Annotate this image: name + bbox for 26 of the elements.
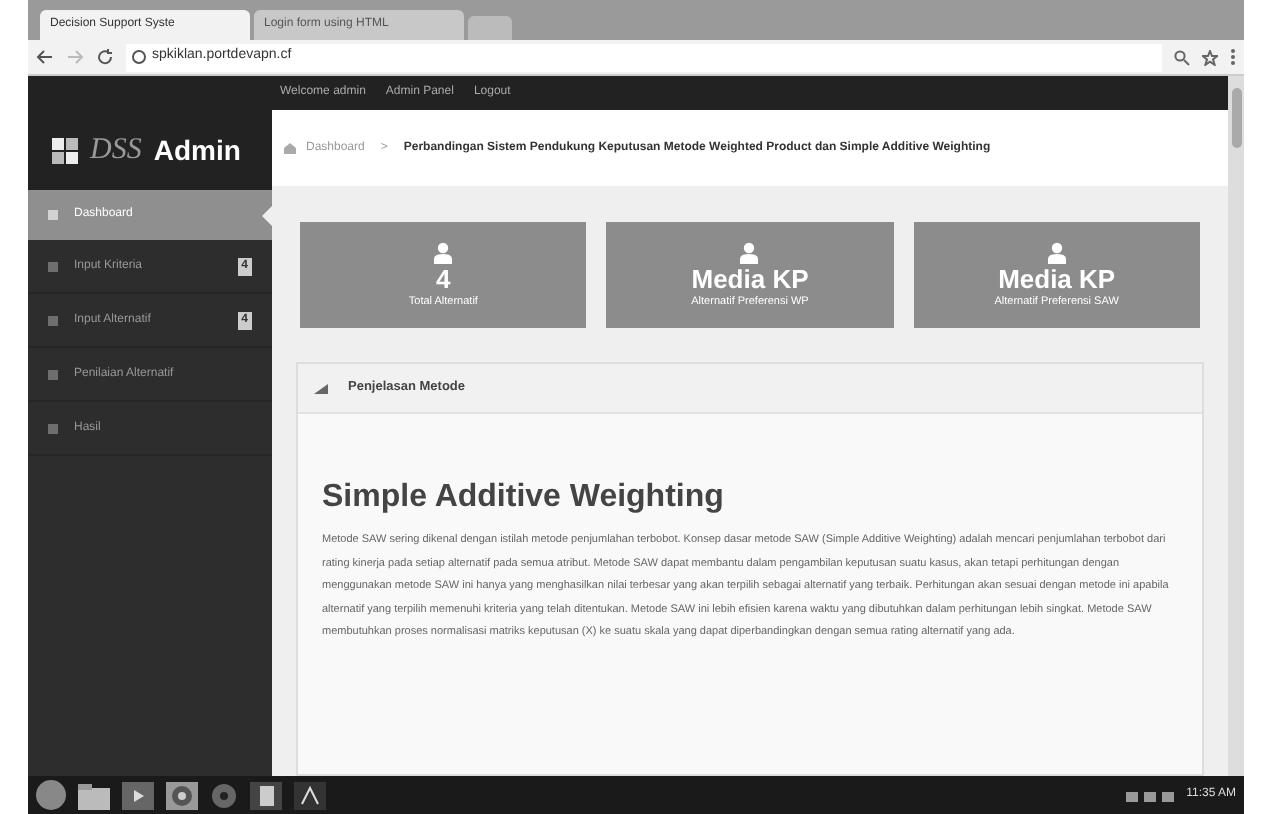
start-button[interactable]	[36, 780, 66, 810]
star-icon[interactable]	[1202, 49, 1218, 65]
brand-logo: DSS	[90, 131, 142, 170]
search-icon[interactable]	[1174, 49, 1190, 65]
play-icon[interactable]	[122, 781, 154, 809]
brand-title: Admin	[153, 131, 241, 169]
user-icon	[740, 241, 759, 263]
signal-icon	[314, 383, 328, 393]
info-icon	[132, 50, 146, 64]
menu-icon[interactable]	[1230, 48, 1236, 66]
stat-value: 4	[436, 263, 451, 293]
folder-icon[interactable]	[78, 781, 110, 809]
user-icon	[1047, 241, 1066, 263]
browser-icon[interactable]	[166, 781, 198, 809]
stat-value: Media KP	[998, 263, 1116, 293]
scrollbar[interactable]	[1228, 76, 1244, 776]
grid-logo-icon	[52, 137, 78, 163]
document-icon[interactable]	[250, 781, 282, 809]
pdf-icon[interactable]	[294, 781, 326, 809]
section-heading: Simple Additive Weighting	[322, 482, 726, 514]
reload-icon[interactable]	[96, 48, 114, 66]
home-icon	[284, 142, 296, 154]
stat-value: Media KP	[691, 263, 809, 293]
disc-icon[interactable]	[210, 781, 238, 809]
user-icon	[434, 241, 453, 263]
back-icon[interactable]	[36, 48, 54, 66]
